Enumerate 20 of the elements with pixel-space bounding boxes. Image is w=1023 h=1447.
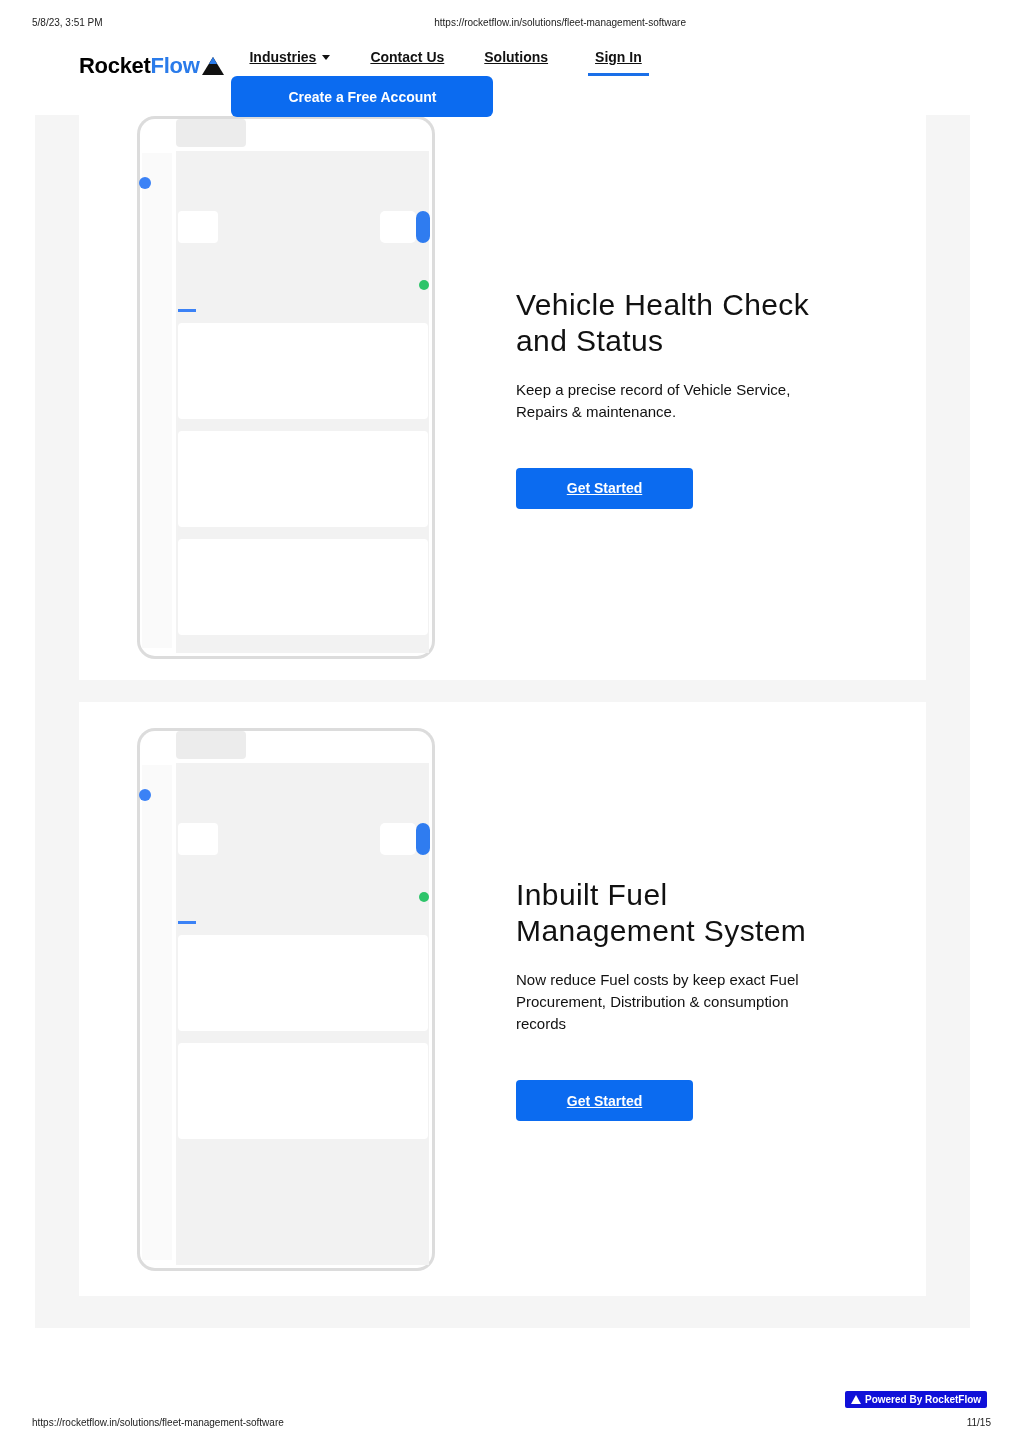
- powered-by-badge[interactable]: Powered By RocketFlow: [845, 1391, 988, 1408]
- print-url: https://rocketflow.in/solutions/fleet-management-software: [434, 17, 686, 30]
- get-started-button[interactable]: Get Started: [516, 467, 693, 509]
- mountain-icon: [201, 56, 226, 76]
- create-account-button[interactable]: Create a Free Account: [231, 76, 494, 117]
- caret-icon: [322, 55, 331, 60]
- print-date: 5/8/23, 3:51 PM: [32, 17, 103, 30]
- print-url: https://rocketflow.in/solutions/fleet-management-software: [32, 1417, 284, 1428]
- triangle-icon: [851, 1395, 861, 1404]
- section-description: Now reduce Fuel costs by keep exact Fuel Procurement, Distribution & consumption records: [516, 970, 800, 1034]
- logo-text: RocketFlow: [79, 53, 200, 79]
- nav-link[interactable]: Contact Us: [370, 45, 445, 76]
- nav-link[interactable]: Sign In: [588, 45, 649, 76]
- get-started-button[interactable]: Get Started: [516, 1080, 693, 1121]
- nav-link[interactable]: Solutions: [484, 45, 549, 76]
- page-number: 11/15: [966, 1417, 991, 1428]
- nav-link[interactable]: Industries: [249, 45, 331, 76]
- section-description: Keep a precise record of Vehicle Service, Repairs & maintenance.: [516, 379, 792, 422]
- section-title: Inbuilt Fuel Management System: [516, 877, 808, 949]
- section-title: Vehicle Health Check and Status: [516, 286, 811, 359]
